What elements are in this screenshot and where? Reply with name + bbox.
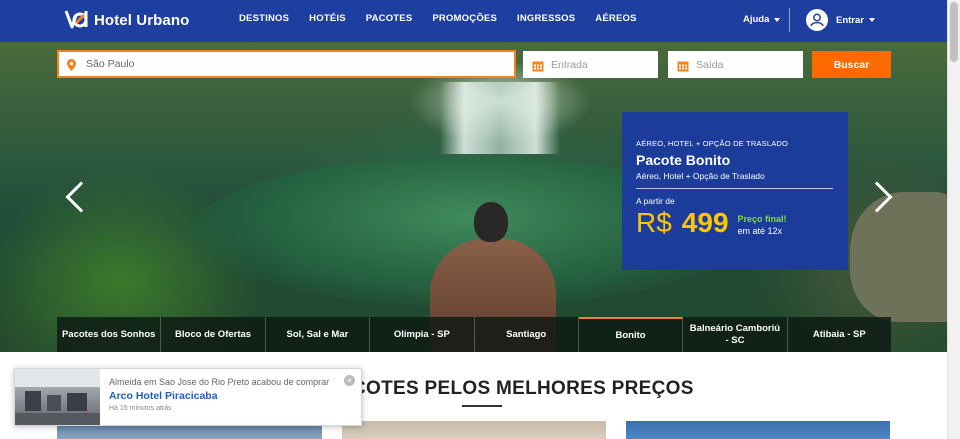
section-title-underline xyxy=(462,405,502,407)
checkout-field[interactable]: Saída xyxy=(668,51,803,78)
brand-name: Hotel Urbano xyxy=(94,11,190,29)
notification-message: Almeida em Sao Jose do Rio Preto acabou … xyxy=(109,377,330,387)
nav-hoteis[interactable]: HOTÉIS xyxy=(309,13,346,24)
destination-value: São Paulo xyxy=(86,58,135,70)
hotel-urbano-logo-icon xyxy=(64,9,90,31)
notification-time: Há 15 minutos atrás xyxy=(109,405,172,412)
purchase-notification[interactable]: Almeida em Sao Jose do Rio Preto acabou … xyxy=(14,368,362,426)
nav-pacotes[interactable]: PACOTES xyxy=(366,13,413,24)
chevron-down-icon xyxy=(868,18,875,22)
tab-sol-sal-e-mar[interactable]: Sol, Sal e Mar xyxy=(265,317,371,352)
hero-rock xyxy=(850,192,947,322)
tab-bloco-de-ofertas[interactable]: Bloco de Ofertas xyxy=(161,317,266,352)
user-icon xyxy=(806,9,828,31)
top-header: Hotel Urbano DESTINOS HOTÉIS PACOTES PRO… xyxy=(0,0,947,42)
promo-final-label: Preço final! xyxy=(737,214,787,224)
promo-from-label: A partir de xyxy=(636,196,675,206)
tab-bonito[interactable]: Bonito xyxy=(578,317,684,352)
checkin-placeholder: Entrada xyxy=(551,58,588,71)
promo-divider xyxy=(636,188,833,189)
nav-aereos[interactable]: AÉREOS xyxy=(595,13,636,24)
promo-price-note: Preço final! em até 12x xyxy=(738,214,787,236)
promo-subtitle: Aéreo, Hotel + Opção de Traslado xyxy=(636,171,765,181)
nav-promocoes[interactable]: PROMOÇÕES xyxy=(432,13,497,24)
search-button[interactable]: Buscar xyxy=(812,51,891,78)
nav-destinos[interactable]: DESTINOS xyxy=(239,13,289,24)
carousel-prev-icon[interactable] xyxy=(65,181,97,213)
tab-olimpia[interactable]: Olímpia - SP xyxy=(370,317,475,352)
promo-card[interactable]: AÉREO, HOTEL + OPÇÃO DE TRASLADO Pacote … xyxy=(622,112,848,270)
offer-card-image[interactable] xyxy=(342,421,606,439)
promo-title: Pacote Bonito xyxy=(636,152,731,168)
tab-pacotes-dos-sonhos[interactable]: Pacotes dos Sonhos xyxy=(57,317,162,352)
tab-balneario-camboriu[interactable]: Balneário Camboriú - SC xyxy=(683,317,788,352)
offer-card-image[interactable] xyxy=(626,421,890,439)
checkin-field[interactable]: Entrada xyxy=(523,51,658,78)
destination-input[interactable]: São Paulo xyxy=(57,50,516,78)
promo-tag: AÉREO, HOTEL + OPÇÃO DE TRASLADO xyxy=(636,139,789,148)
login-menu[interactable]: Entrar xyxy=(806,9,875,31)
hotel-thumbnail xyxy=(15,369,100,425)
help-label: Ajuda xyxy=(743,14,770,25)
notification-hotel-link[interactable]: Arco Hotel Piracicaba xyxy=(109,390,329,402)
promo-price-value: 499 xyxy=(681,207,729,238)
destination-tabs: Pacotes dos Sonhos Bloco de Ofertas Sol,… xyxy=(57,317,891,352)
calendar-icon xyxy=(532,59,544,71)
chevron-down-icon xyxy=(774,17,781,22)
main-nav: DESTINOS HOTÉIS PACOTES PROMOÇÕES INGRES… xyxy=(239,13,657,24)
brand-logo[interactable]: Hotel Urbano xyxy=(64,9,189,31)
header-divider xyxy=(789,8,790,32)
nav-ingressos[interactable]: INGRESSOS xyxy=(517,13,575,24)
notification-body: Almeida em Sao Jose do Rio Preto acabou … xyxy=(100,369,329,425)
hero-waterfall xyxy=(440,82,560,154)
section-title: COTES PELOS MELHORES PREÇOS xyxy=(352,378,694,399)
checkout-placeholder: Saída xyxy=(696,58,724,71)
promo-price-row: R$ 499 Preço final! em até 12x xyxy=(636,207,834,239)
close-icon[interactable]: × xyxy=(344,375,355,386)
scrollbar-thumb[interactable] xyxy=(950,2,958,62)
tab-santiago[interactable]: Santiago xyxy=(474,317,579,352)
tab-atibaia[interactable]: Atibaia - SP xyxy=(787,317,891,352)
page-scrollbar[interactable] xyxy=(947,0,960,439)
calendar-icon xyxy=(677,59,689,71)
promo-installments: em até 12x xyxy=(737,226,783,236)
promo-currency: R$ xyxy=(636,207,672,238)
hero-person-head xyxy=(474,202,508,242)
map-pin-icon xyxy=(67,58,76,71)
page: Hotel Urbano DESTINOS HOTÉIS PACOTES PRO… xyxy=(0,0,960,439)
help-menu[interactable]: Ajuda xyxy=(743,14,781,25)
promo-price: R$ 499 xyxy=(636,207,729,239)
login-label: Entrar xyxy=(836,14,864,26)
